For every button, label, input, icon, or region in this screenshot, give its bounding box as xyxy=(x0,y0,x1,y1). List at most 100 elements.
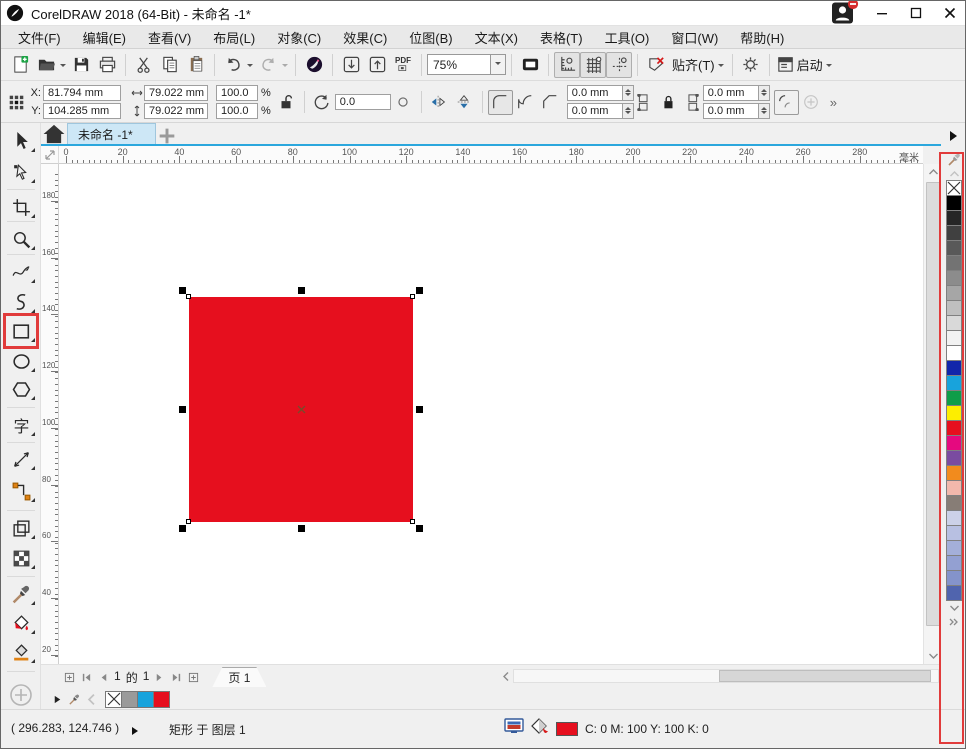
scroll-left-icon[interactable] xyxy=(499,668,513,684)
palette-color-swatch-12[interactable] xyxy=(946,360,962,376)
corner-radius-tr-spinner[interactable] xyxy=(759,85,770,101)
corner-radius-br-field[interactable]: 0.0 mm xyxy=(703,103,759,119)
print-button[interactable] xyxy=(94,52,120,78)
drop-shadow-tool[interactable] xyxy=(4,514,38,542)
palette-no-color-swatch[interactable] xyxy=(946,180,962,196)
undo-button[interactable] xyxy=(220,52,246,78)
add-property-button[interactable] xyxy=(799,90,824,115)
publish-to-pdf-button[interactable]: PDF xyxy=(390,52,416,78)
interactive-fill-tool[interactable] xyxy=(4,609,38,637)
artistic-media-tool[interactable] xyxy=(4,288,38,316)
show-guidelines-button[interactable] xyxy=(606,52,632,78)
palette-color-swatch-20[interactable] xyxy=(946,480,962,496)
y-position-field[interactable]: 104.285 mm xyxy=(43,103,121,119)
rectangle-tool[interactable] xyxy=(4,317,38,345)
corner-radius-tr-field[interactable]: 0.0 mm xyxy=(703,85,759,101)
palette-eyedropper-icon[interactable] xyxy=(941,151,966,167)
docpalette-no-color-swatch[interactable] xyxy=(105,691,122,708)
scalloped-corner-button[interactable] xyxy=(513,90,538,115)
selection-handle[interactable] xyxy=(179,287,186,294)
scale-horizontal-field[interactable]: 100.0 xyxy=(216,85,258,101)
corner-node[interactable] xyxy=(410,519,415,524)
menu-item-file[interactable]: 文件(F) xyxy=(7,26,72,49)
zoom-level-dropdown[interactable] xyxy=(491,54,506,75)
palette-color-swatch-5[interactable] xyxy=(946,255,962,271)
menu-item-window[interactable]: 窗口(W) xyxy=(660,26,729,49)
document-palette-eyedropper-icon[interactable] xyxy=(66,690,83,708)
home-tab-icon[interactable] xyxy=(41,123,67,145)
menu-item-text[interactable]: 文本(X) xyxy=(464,26,529,49)
menu-item-tools[interactable]: 工具(O) xyxy=(594,26,661,49)
show-grid-button[interactable] xyxy=(580,52,606,78)
palette-color-swatch-3[interactable] xyxy=(946,225,962,241)
page-tab[interactable]: 页 1 xyxy=(212,667,266,687)
scroll-down-icon[interactable] xyxy=(924,648,942,664)
coordinates-flyout-icon[interactable] xyxy=(131,723,139,741)
palette-color-swatch-26[interactable] xyxy=(946,570,962,586)
palette-color-swatch-18[interactable] xyxy=(946,450,962,466)
shape-tool[interactable] xyxy=(4,158,38,186)
horizontal-scrollbar[interactable] xyxy=(499,667,939,685)
menu-item-table[interactable]: 表格(T) xyxy=(529,26,594,49)
redo-button[interactable] xyxy=(255,52,281,78)
add-page-start-button[interactable] xyxy=(61,668,78,686)
corner-radius-tl-field[interactable]: 0.0 mm xyxy=(567,85,623,101)
object-width-field[interactable]: 79.022 mm xyxy=(144,85,208,101)
save-button[interactable] xyxy=(68,52,94,78)
drawing-canvas[interactable] xyxy=(59,164,923,664)
mirror-horizontal-button[interactable] xyxy=(427,90,452,115)
scale-vertical-field[interactable]: 100.0 xyxy=(216,103,258,119)
selection-handle[interactable] xyxy=(416,287,423,294)
docpalette-color-swatch-2[interactable] xyxy=(137,691,154,708)
docpalette-color-swatch-3[interactable] xyxy=(153,691,170,708)
search-content-button[interactable] xyxy=(301,52,327,78)
palette-color-swatch-15[interactable] xyxy=(946,405,962,421)
ellipse-tool[interactable] xyxy=(4,347,38,375)
launcher-button[interactable]: 启动 xyxy=(775,52,835,78)
close-button[interactable] xyxy=(933,1,966,25)
palette-color-swatch-16[interactable] xyxy=(946,420,962,436)
palette-color-swatch-4[interactable] xyxy=(946,240,962,256)
vertical-scrollbar[interactable] xyxy=(923,164,941,664)
palette-color-swatch-22[interactable] xyxy=(946,510,962,526)
fill-color-swatch[interactable] xyxy=(556,722,578,736)
rotation-angle-field[interactable]: 0.0 xyxy=(335,94,391,110)
minimize-button[interactable] xyxy=(865,1,899,25)
document-tab[interactable]: 未命名 -1* xyxy=(67,123,156,145)
account-sign-in-icon[interactable] xyxy=(829,1,859,25)
x-position-field[interactable]: 81.794 mm xyxy=(43,85,121,101)
selection-center-marker[interactable] xyxy=(297,405,306,414)
palette-color-swatch-6[interactable] xyxy=(946,270,962,286)
redo-dropdown-icon[interactable] xyxy=(282,64,288,70)
palette-color-swatch-14[interactable] xyxy=(946,390,962,406)
polygon-tool[interactable] xyxy=(4,375,38,403)
scroll-up-icon[interactable] xyxy=(924,164,942,180)
first-page-button[interactable] xyxy=(78,668,95,686)
menu-item-help[interactable]: 帮助(H) xyxy=(729,26,795,49)
palette-color-swatch-1[interactable] xyxy=(946,195,962,211)
selection-handle[interactable] xyxy=(298,525,305,532)
connector-tool[interactable] xyxy=(4,477,38,505)
palette-color-swatch-24[interactable] xyxy=(946,540,962,556)
palette-color-swatch-21[interactable] xyxy=(946,495,962,511)
palette-color-swatch-10[interactable] xyxy=(946,330,962,346)
palette-color-swatch-19[interactable] xyxy=(946,465,962,481)
show-rulers-button[interactable] xyxy=(554,52,580,78)
cut-button[interactable] xyxy=(131,52,157,78)
maximize-button[interactable] xyxy=(899,1,933,25)
corner-radius-br-spinner[interactable] xyxy=(759,103,770,119)
corner-radius-bl-field[interactable]: 0.0 mm xyxy=(567,103,623,119)
paste-button[interactable] xyxy=(183,52,209,78)
document-palette-scroll-left-icon[interactable] xyxy=(83,690,100,708)
selection-handle[interactable] xyxy=(416,406,423,413)
round-corner-button[interactable] xyxy=(488,90,513,115)
open-button[interactable] xyxy=(33,52,59,78)
horizontal-scrollbar-track[interactable] xyxy=(513,669,939,683)
corner-node[interactable] xyxy=(186,294,191,299)
transparency-tool[interactable] xyxy=(4,544,38,572)
selection-handle[interactable] xyxy=(179,406,186,413)
color-eyedropper-tool[interactable] xyxy=(4,580,38,608)
docpalette-color-swatch-1[interactable] xyxy=(121,691,138,708)
palette-color-swatch-11[interactable] xyxy=(946,345,962,361)
lock-ratio-button[interactable] xyxy=(274,90,299,115)
